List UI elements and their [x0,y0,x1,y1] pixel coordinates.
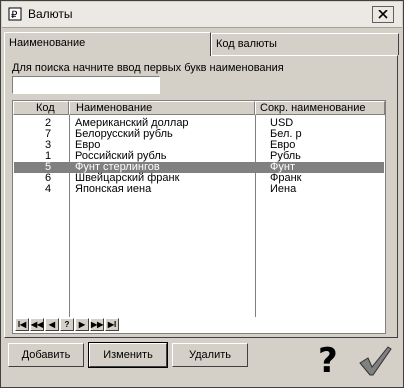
table-row[interactable]: 7 Белорусский рубль Бел. р [14,128,384,140]
currency-app-icon: ₽ [8,7,22,21]
table-row[interactable]: 1 Российский рубль Рубль [14,150,384,162]
search-hint: Для поиска начните ввод первых букв наим… [12,62,284,74]
column-header-code[interactable]: Код [13,101,69,115]
add-button[interactable]: Добавить [8,343,84,367]
delete-button[interactable]: Удалить [172,343,248,367]
checkmark-icon[interactable] [358,345,392,377]
table-row[interactable]: 2 Американский доллар USD [14,117,384,129]
column-header-name[interactable]: Наименование [69,101,255,115]
currency-table[interactable]: Код Наименование Сокр. наименование 2 Ам… [12,100,386,334]
title-bar: ₽ Валюты [2,2,402,28]
table-row-selected[interactable]: 5 Фунт стерлингов Фунт [14,161,384,173]
tab-name-label: Наименование [9,37,86,49]
nav-prev-page-button[interactable]: ◀◀ [30,318,44,331]
edit-button[interactable]: Изменить [88,342,168,368]
nav-next-button[interactable]: ▶ [75,318,89,331]
nav-prev-button[interactable]: ◀ [45,318,59,331]
svg-text:₽: ₽ [11,10,18,21]
nav-last-button[interactable]: ▶I [105,318,119,331]
nav-help-button[interactable]: ? [60,318,74,331]
column-header-short-name[interactable]: Сокр. наименование [255,101,385,115]
close-icon [378,10,388,19]
nav-first-button[interactable]: I◀ [15,318,29,331]
table-row[interactable]: 3 Евро Евро [14,139,384,151]
window-title: Валюты [28,7,73,21]
table-row[interactable]: 6 Швейцарский франк Франк [14,172,384,184]
tab-currency-code-label: Код валюты [216,38,277,50]
nav-next-page-button[interactable]: ▶▶ [90,318,104,331]
close-button[interactable] [372,6,394,23]
tab-name[interactable]: Наименование [4,32,211,56]
search-input[interactable] [12,76,160,94]
question-mark-icon[interactable]: ? [318,344,338,378]
tab-currency-code[interactable]: Код валюты [211,33,399,55]
table-row[interactable]: 4 Японская иена Иена [14,183,384,195]
